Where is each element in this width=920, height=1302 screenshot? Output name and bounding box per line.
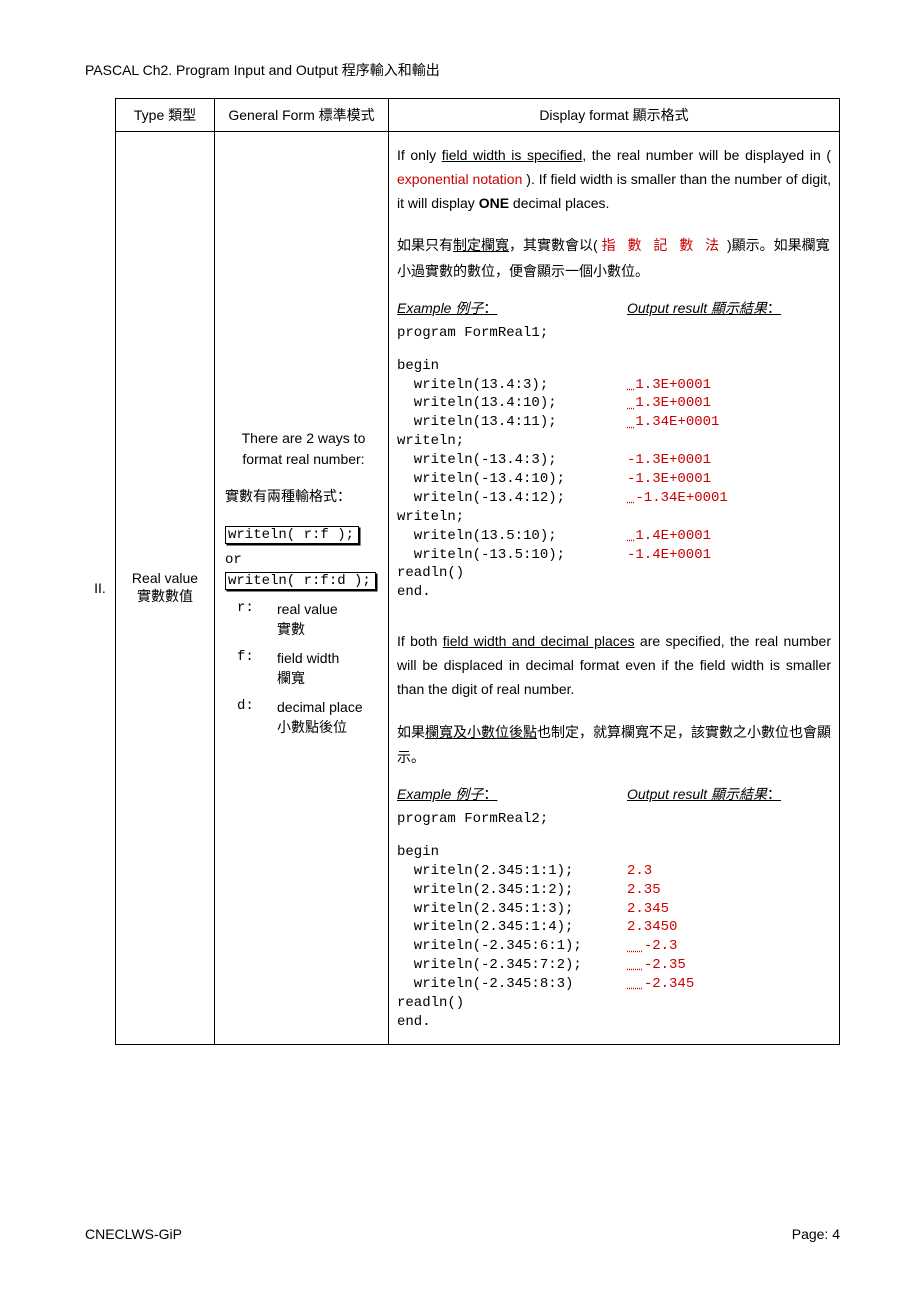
example2-header: Example 例子： Output result 顯示結果： [397, 784, 831, 804]
type-cell: Real value 實數數值 [116, 132, 215, 1045]
example1-header: Example 例子： Output result 顯示結果： [397, 298, 831, 318]
code-box-1: writeln( r:f ); [225, 526, 359, 544]
or-text: or [225, 552, 382, 568]
legend-f-val: field width 欄寬 [277, 649, 382, 688]
legend-r-key: r: [237, 600, 265, 616]
code-box-2: writeln( r:f:d ); [225, 572, 376, 590]
legend-r-val: real value 實數 [277, 600, 382, 639]
legend-d-val: decimal place 小數點後位 [277, 698, 382, 737]
th-blank [85, 99, 116, 132]
para1: If only field width is specified, the re… [397, 144, 831, 215]
legend-d-key: d: [237, 698, 265, 714]
para4: 如果欄寬及小數位後點也制定，就算欄寬不足，該實數之小數位也會顯示。 [397, 720, 831, 770]
page-footer: CNECLWS-GiP Page: 4 [85, 1226, 840, 1242]
legend-f-key: f: [237, 649, 265, 665]
para2: 如果只有制定欄寬，其實數會以( 指 數 記 數 法 )顯示。如果欄寬小過實數的數… [397, 233, 831, 283]
para3: If both field width and decimal places a… [397, 630, 831, 701]
display-cell: If only field width is specified, the re… [389, 132, 840, 1045]
gen-intro-zh: 實數有兩種輸格式： [225, 486, 382, 506]
footer-left: CNECLWS-GiP [85, 1226, 182, 1242]
gen-intro: There are 2 ways to format real number: [225, 428, 382, 470]
general-form-cell: There are 2 ways to format real number: … [215, 132, 389, 1045]
type-zh: 實數數值 [137, 588, 193, 604]
type-en: Real value [132, 570, 198, 586]
page-header: PASCAL Ch2. Program Input and Output 程序輸… [85, 60, 840, 80]
example1-code: program FormReal1; begin writeln(13.4:3)… [397, 324, 831, 602]
row-number: II. [85, 132, 116, 1045]
th-display: Display format 顯示格式 [389, 99, 840, 132]
footer-right: Page: 4 [792, 1226, 840, 1242]
example2-code: program FormReal2; begin writeln(2.345:1… [397, 810, 831, 1032]
th-type: Type 類型 [116, 99, 215, 132]
legend: r: real value 實數 f: field width 欄寬 d: de… [237, 600, 382, 738]
format-table: Type 類型 General Form 標準模式 Display format… [85, 98, 840, 1045]
th-general: General Form 標準模式 [215, 99, 389, 132]
